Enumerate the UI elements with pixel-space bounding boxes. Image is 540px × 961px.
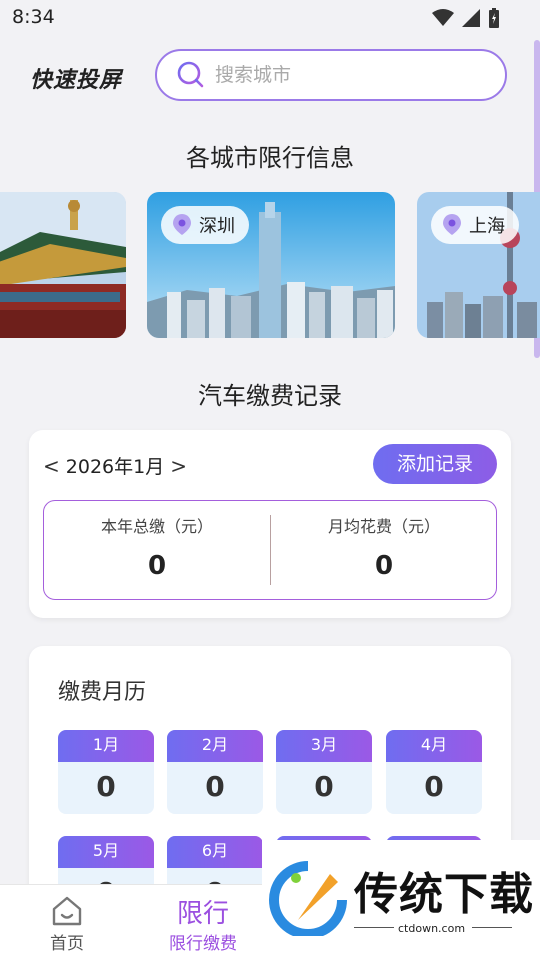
month-label: 6月 xyxy=(167,836,263,868)
city-tag: 上海 xyxy=(431,206,519,244)
current-month: 2026年1月 xyxy=(65,456,165,478)
signal-icon xyxy=(462,9,480,27)
nav-home[interactable]: 首页 xyxy=(12,885,122,961)
calendar-title: 缴费月历 xyxy=(58,680,147,705)
year-total-stat: 本年总缴（元） 0 xyxy=(44,501,270,601)
status-time: 8:34 xyxy=(12,6,55,28)
ad-divider-left xyxy=(354,927,394,928)
year-total-value: 0 xyxy=(147,551,167,581)
wifi-icon xyxy=(432,9,454,26)
month-label: 4月 xyxy=(386,730,482,762)
nav-home-label: 首页 xyxy=(50,934,84,954)
month-navigator: < 2026年1月 > xyxy=(43,452,187,479)
download-logo-icon xyxy=(269,861,347,936)
location-pin-icon xyxy=(173,214,191,235)
battery-icon xyxy=(489,8,499,28)
search-bar[interactable] xyxy=(155,49,507,101)
city-name: 深圳 xyxy=(199,216,235,237)
calendar-month-4[interactable]: 4月 0 xyxy=(386,730,482,814)
search-icon xyxy=(177,61,204,88)
month-value: 0 xyxy=(205,770,225,803)
city-name: 上海 xyxy=(469,216,505,237)
add-record-button[interactable]: 添加记录 xyxy=(373,444,497,484)
month-label: 1月 xyxy=(58,730,154,762)
records-section-title: 汽车缴费记录 xyxy=(198,382,342,410)
city-tag: 深圳 xyxy=(161,206,249,244)
ad-title: 传统下载 xyxy=(354,869,534,920)
nav-restrict-pay[interactable]: 限行 限行缴费 xyxy=(148,885,258,961)
cities-section-title: 各城市限行信息 xyxy=(186,144,354,172)
calendar-month-2[interactable]: 2月 0 xyxy=(167,730,263,814)
city-card-beijing[interactable] xyxy=(0,192,126,338)
monthly-avg-value: 0 xyxy=(374,551,394,581)
month-value: 0 xyxy=(424,770,444,803)
watermark-ad: 传统下载 ctdown.com xyxy=(262,840,540,940)
next-month-button[interactable]: > xyxy=(170,454,187,478)
month-value: 0 xyxy=(314,770,334,803)
calendar-month-3[interactable]: 3月 0 xyxy=(276,730,372,814)
month-label: 3月 xyxy=(276,730,372,762)
payment-stats: 本年总缴（元） 0 月均花费（元） 0 xyxy=(43,500,497,600)
restrict-nav-icon: 限行 xyxy=(176,899,229,929)
month-value: 0 xyxy=(96,770,116,803)
city-card-shenzhen[interactable]: 深圳 xyxy=(147,192,395,338)
month-label: 2月 xyxy=(167,730,263,762)
prev-month-button[interactable]: < xyxy=(43,454,60,478)
beijing-image xyxy=(0,192,126,338)
search-input[interactable] xyxy=(213,63,477,87)
location-pin-icon xyxy=(443,214,461,235)
monthly-avg-stat: 月均花费（元） 0 xyxy=(271,501,497,601)
monthly-avg-label: 月均花费（元） xyxy=(327,517,440,536)
ad-subtitle: ctdown.com xyxy=(398,922,466,935)
nav-restrict-pay-label: 限行缴费 xyxy=(169,934,237,954)
home-icon xyxy=(52,896,82,926)
year-total-label: 本年总缴（元） xyxy=(100,517,213,536)
app-brand: 快速投屏 xyxy=(30,68,123,93)
status-bar: 8:34 xyxy=(0,0,540,36)
month-label: 5月 xyxy=(58,836,154,868)
calendar-month-1[interactable]: 1月 0 xyxy=(58,730,154,814)
record-panel: < 2026年1月 > 添加记录 本年总缴（元） 0 月均花费（元） 0 xyxy=(29,430,511,618)
city-carousel[interactable]: 深圳 上海 xyxy=(0,192,540,340)
ad-divider-right xyxy=(472,927,512,928)
city-card-shanghai[interactable]: 上海 xyxy=(417,192,540,338)
